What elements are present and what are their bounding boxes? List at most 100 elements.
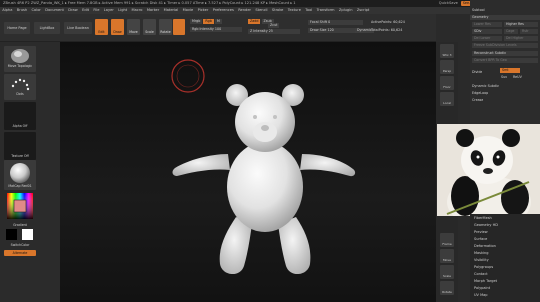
title-bar: ZBrush 4R6 P2 ZWZ_Panda_WK_1 ▸ Free Mem … [0, 0, 540, 7]
teddy-bear-model[interactable] [60, 42, 436, 302]
menu-document[interactable]: Document [43, 7, 66, 14]
menu-brush[interactable]: Brush [15, 7, 30, 14]
menu-texture[interactable]: Texture [286, 7, 304, 14]
fibermesh-item[interactable]: FiberMesh [474, 216, 492, 220]
primary-color-swatch[interactable] [6, 229, 17, 240]
alternate-button[interactable]: Alternate [4, 250, 36, 256]
local-button[interactable]: Local [440, 92, 454, 106]
menu-stencil[interactable]: Stencil [253, 7, 270, 14]
frame-button[interactable]: Frame [440, 233, 454, 247]
menu-alpha[interactable]: Alpha [0, 7, 15, 14]
geometry-hd-item[interactable]: Geometry HD [474, 223, 498, 227]
visibility-item[interactable]: Visibility [474, 258, 489, 262]
del-lower-button[interactable]: Del Lower [472, 36, 502, 41]
scale-view-button[interactable]: Scale [440, 265, 454, 279]
menu-tool[interactable]: Tool [303, 7, 314, 14]
menu-macro[interactable]: Macro [129, 7, 144, 14]
stroke-selector[interactable]: Dots [4, 74, 36, 100]
rotate-view-button[interactable]: Rotate [440, 281, 454, 295]
menu-transform[interactable]: Transform [314, 7, 336, 14]
edgeloop-header[interactable]: EdgeLoop [472, 91, 488, 96]
menu-edit[interactable]: Edit [80, 7, 91, 14]
menu-material[interactable]: Material [161, 7, 180, 14]
zcut-field[interactable]: Zcut [268, 23, 280, 28]
draw-tool-button[interactable]: Draw [111, 19, 124, 35]
menu-zplugin[interactable]: Zplugin [337, 7, 355, 14]
spix-button[interactable]: SPix 3 [440, 44, 454, 58]
move-tool-button[interactable]: Move [127, 19, 140, 35]
dynamic-subdiv-header[interactable]: Dynamic Subdiv [472, 84, 499, 89]
higher-res-button[interactable]: Higher Res [504, 22, 538, 27]
suv-toggle[interactable]: Suv [500, 75, 510, 80]
reuv-toggle[interactable]: ReUV [512, 75, 526, 80]
mrgb-field[interactable]: Mrgb Rgb M [190, 19, 222, 24]
zadd-toggle[interactable]: Zadd [248, 19, 261, 24]
smt-toggle[interactable]: Smt [500, 68, 520, 73]
subtool-header[interactable]: Subtool [472, 8, 485, 13]
menu-picker[interactable]: Picker [195, 7, 210, 14]
uv-map-item[interactable]: UV Map [474, 293, 487, 297]
secondary-color-swatch[interactable] [22, 229, 33, 240]
persp-button[interactable]: Persp [440, 60, 454, 74]
morph-target-item[interactable]: Morph Target [474, 279, 497, 283]
menu-preferences[interactable]: Preferences [211, 7, 237, 14]
deformation-item[interactable]: Deformation [474, 244, 496, 248]
switch-color-button[interactable]: SwitchColor [4, 242, 36, 248]
quicksave-button[interactable]: QuickSave [439, 0, 458, 7]
del-higher-button[interactable]: Del Higher [504, 36, 538, 41]
divide-button[interactable]: Divide [472, 70, 482, 75]
scale-tool-button[interactable]: Scale [143, 19, 156, 35]
polygroups-item[interactable]: Polygroups [474, 265, 493, 269]
focal-shift-slider[interactable]: Focal Shift 0 [308, 20, 363, 25]
sphere-brush-icon[interactable] [173, 19, 185, 35]
active-points-readout: ActivePoints: 60,624 [371, 20, 405, 24]
brush-cursor-icon [171, 59, 205, 93]
menu-movie[interactable]: Movie [180, 7, 195, 14]
freeze-subdiv-button[interactable]: Freeze SubDivision Levels [472, 43, 538, 48]
convert-bpr-button[interactable]: Convert BPR To Geo [472, 58, 538, 63]
surface-item[interactable]: Surface [474, 237, 487, 241]
crease-header[interactable]: Crease [472, 98, 483, 103]
material-label: MatCap Red01 [8, 184, 32, 188]
menu-file[interactable]: File [91, 7, 101, 14]
preview-item[interactable]: Preview [474, 230, 488, 234]
lightbox-button[interactable]: LightBox [34, 22, 60, 34]
menu-marker[interactable]: Marker [145, 7, 162, 14]
tool-subpalette-list: FiberMesh Geometry HD Preview Surface De… [470, 214, 540, 302]
material-selector[interactable]: MatCap Red01 [4, 160, 36, 190]
rotate-tool-button[interactable]: Rotate [159, 19, 172, 35]
sdiv-slider[interactable]: SDiv [472, 29, 502, 34]
masking-item[interactable]: Masking [474, 251, 488, 255]
edit-tool-button[interactable]: Edit [95, 19, 108, 35]
home-page-button[interactable]: Home Page [4, 22, 30, 34]
rgb-intensity-slider[interactable]: Rgb Intensity 100 [190, 27, 242, 32]
menu-layer[interactable]: Layer [102, 7, 116, 14]
z-intensity-slider[interactable]: Z Intensity 25 [248, 29, 300, 34]
document-canvas[interactable] [60, 42, 436, 302]
lower-res-button[interactable]: Lower Res [472, 22, 502, 27]
rotate-label: Rotate [160, 30, 171, 34]
move-label: Move [129, 30, 138, 34]
live-boolean-button[interactable]: Live Boolean [64, 22, 92, 34]
menu-light[interactable]: Light [116, 7, 129, 14]
menu-stroke[interactable]: Stroke [270, 7, 286, 14]
zcut-toggle[interactable]: Zcut [268, 23, 280, 28]
reconstruct-subdiv-button[interactable]: Reconstruct Subdiv [472, 51, 538, 56]
cage-button[interactable]: Cage [504, 29, 518, 34]
panda-reference-image [437, 124, 540, 216]
move-view-button[interactable]: Move [440, 249, 454, 263]
color-picker[interactable] [4, 191, 36, 221]
menu-zscript[interactable]: Zscript [355, 7, 372, 14]
floor-button[interactable]: Floor [440, 76, 454, 90]
rstr-button[interactable]: Rstr [520, 29, 538, 34]
menu-color[interactable]: Color [29, 7, 43, 14]
rgb-toggle[interactable]: Rgb [203, 19, 214, 24]
texture-selector[interactable]: Texture Off [4, 132, 36, 160]
polypaint-item[interactable]: Polypaint [474, 286, 490, 290]
menu-render[interactable]: Render [236, 7, 253, 14]
contact-item[interactable]: Contact [474, 272, 488, 276]
alpha-selector[interactable]: Alpha Off [4, 102, 36, 130]
geometry-header[interactable]: Geometry [470, 15, 540, 20]
menu-draw[interactable]: Draw [66, 7, 80, 14]
brush-selector[interactable]: Move Topologic [4, 46, 36, 72]
